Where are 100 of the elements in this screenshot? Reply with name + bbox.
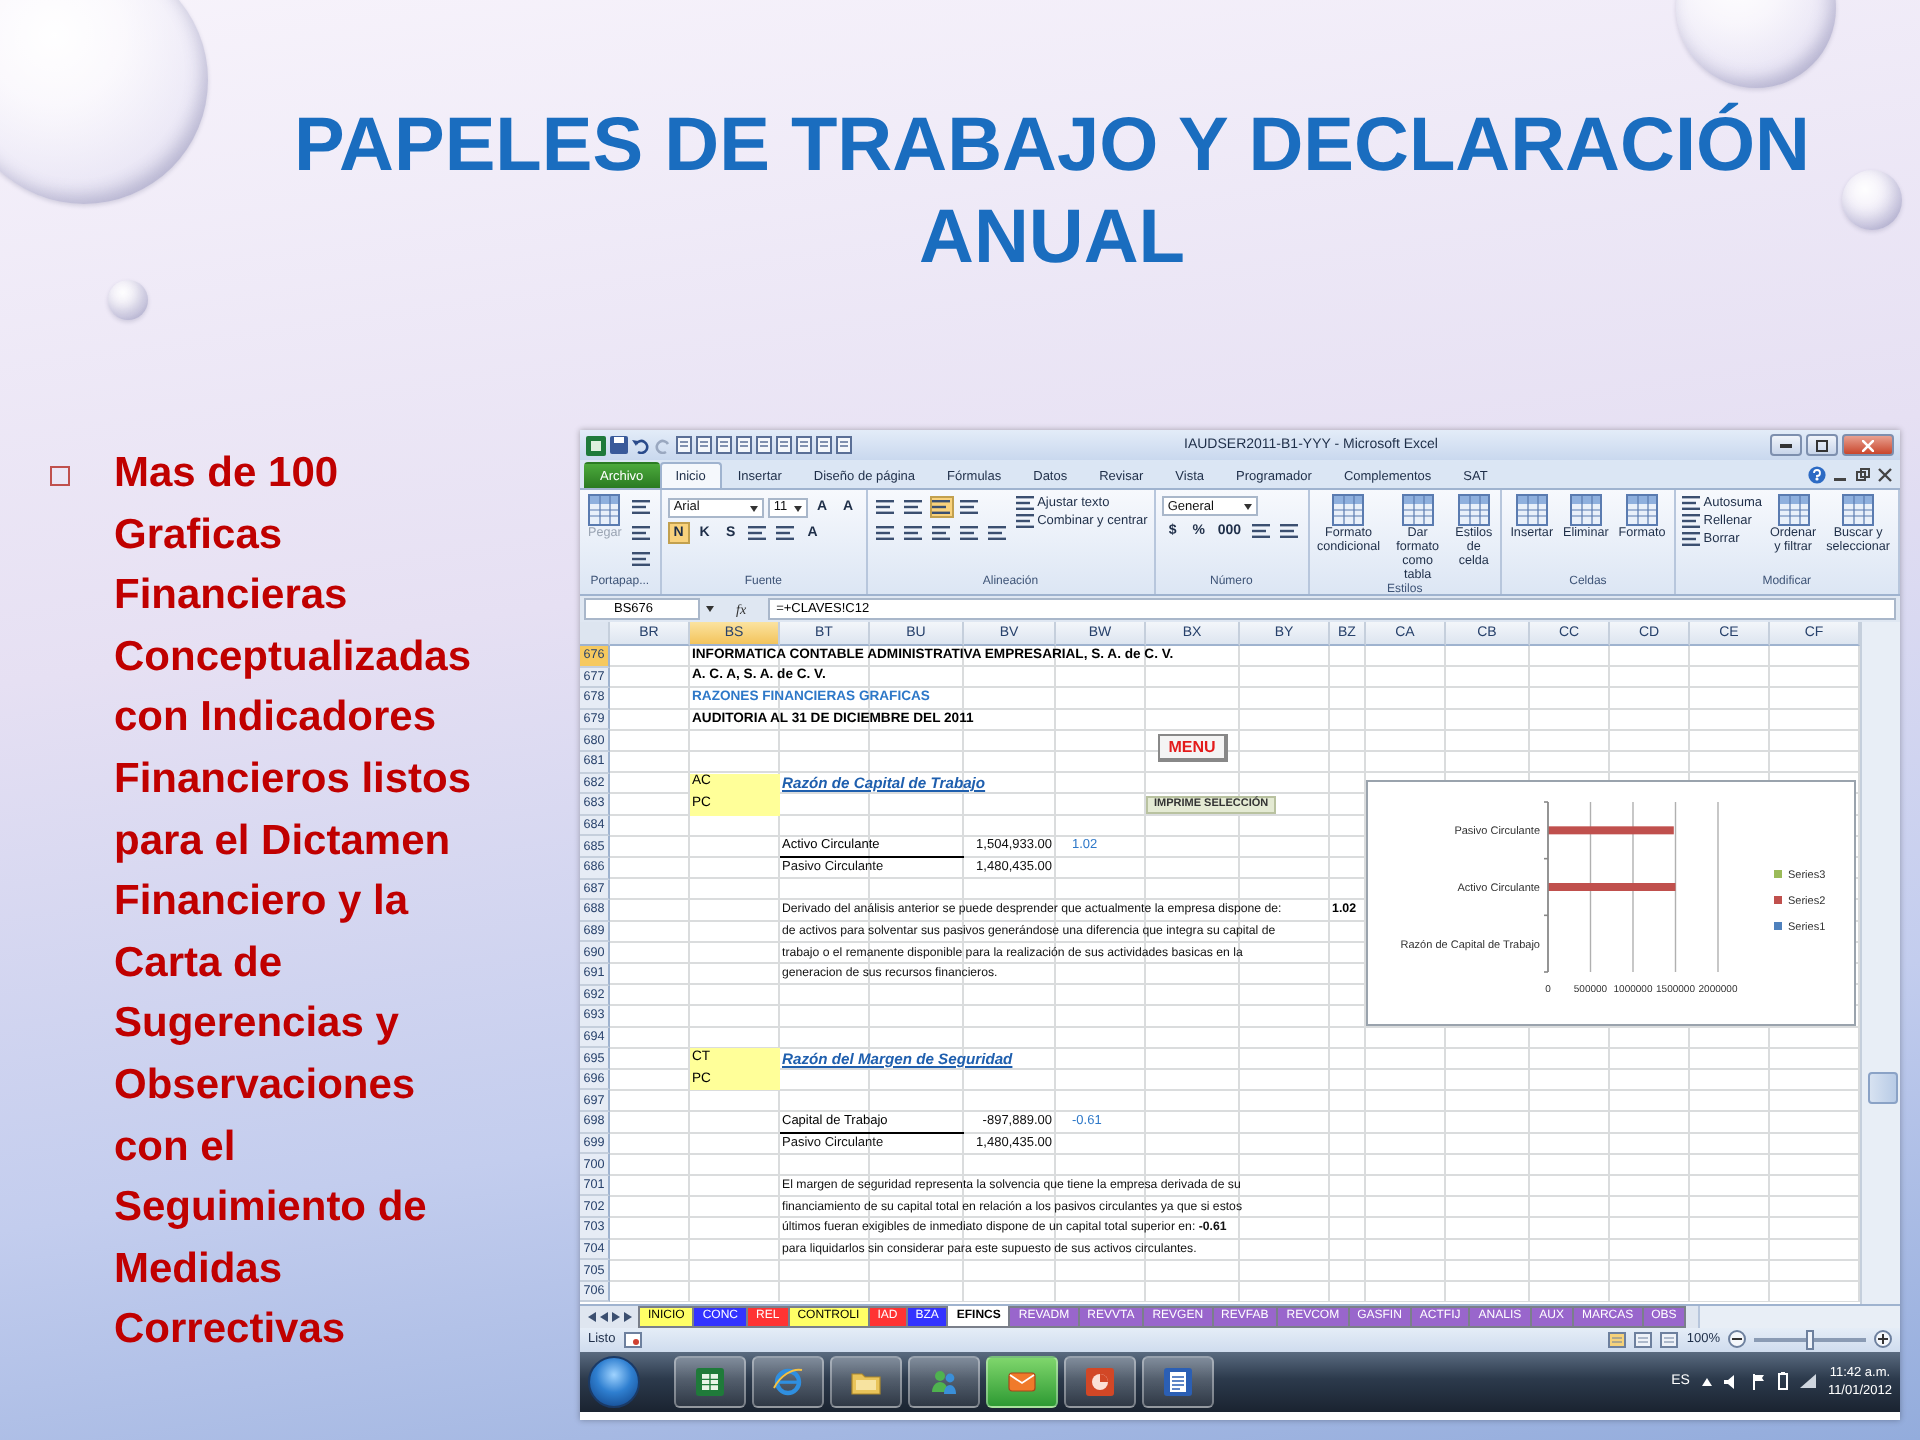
table-grid-icon	[1332, 494, 1365, 526]
lines-icon	[988, 526, 1007, 540]
taskbar-button[interactable]	[1064, 1355, 1136, 1408]
zoom-in-button[interactable]	[1874, 1330, 1892, 1349]
water-drop-drawing	[108, 280, 148, 320]
quick-access-icon[interactable]	[716, 436, 732, 454]
globe-icon	[772, 1365, 804, 1398]
lines-icon	[960, 526, 979, 540]
macro-icon[interactable]	[623, 1331, 642, 1348]
tool-button[interactable]	[873, 496, 898, 518]
caret-icon	[706, 606, 714, 612]
redo-icon	[654, 436, 672, 454]
close-button[interactable]	[1842, 434, 1894, 456]
bar	[1548, 883, 1676, 891]
table-grid-icon	[1842, 494, 1875, 526]
taskbar-button[interactable]	[752, 1355, 824, 1408]
table-grid-icon	[1457, 494, 1490, 526]
tool-button[interactable]	[629, 496, 654, 518]
lines-icon	[932, 500, 951, 514]
zoom-out-button[interactable]	[1728, 1330, 1746, 1349]
tool-button[interactable]	[873, 522, 898, 544]
lines-icon	[904, 526, 923, 540]
minus-icon	[1732, 1338, 1742, 1341]
flag-icon[interactable]	[1751, 1373, 1766, 1390]
restore-icon[interactable]	[1856, 467, 1870, 481]
taskbar-button[interactable]	[674, 1355, 746, 1408]
quick-access-icon[interactable]	[736, 436, 752, 454]
lines-icon	[632, 500, 651, 514]
undo-icon	[632, 436, 650, 454]
save-icon	[610, 436, 628, 454]
horizontal-scrollbar[interactable]	[1698, 1305, 1900, 1328]
vertical-scrollbar[interactable]	[1860, 622, 1900, 1304]
lines-icon	[1681, 532, 1700, 546]
tool-button[interactable]	[629, 522, 654, 544]
start-button[interactable]	[588, 1355, 640, 1408]
table-grid-icon	[1777, 494, 1810, 526]
lines-icon	[1015, 496, 1034, 510]
lines-icon	[748, 526, 767, 540]
scrollbar-thumb[interactable]	[1868, 1072, 1898, 1104]
view-icon[interactable]	[1634, 1331, 1653, 1348]
close-icon[interactable]	[1878, 467, 1892, 481]
tool-button[interactable]	[901, 522, 926, 544]
tool-button[interactable]	[957, 522, 982, 544]
tool-button[interactable]	[629, 548, 654, 570]
tool-button[interactable]	[773, 522, 798, 544]
lines-icon	[632, 526, 651, 540]
bar	[1548, 826, 1674, 835]
plus-icon	[1878, 1334, 1888, 1345]
caret-icon	[1243, 504, 1252, 510]
speaker-icon[interactable]	[1723, 1373, 1740, 1390]
caret-icon	[793, 505, 802, 511]
tool-button[interactable]	[957, 496, 982, 518]
water-drop-drawing	[1842, 170, 1902, 230]
app-icon	[586, 435, 606, 455]
view-icon[interactable]	[1608, 1331, 1627, 1348]
caret-icon[interactable]	[1701, 1377, 1712, 1386]
slider-thumb[interactable]	[1806, 1329, 1814, 1350]
table-grid-icon	[1569, 494, 1602, 526]
tool-button[interactable]	[901, 496, 926, 518]
tool-button[interactable]	[1249, 520, 1274, 542]
quick-access-icon[interactable]	[696, 436, 712, 454]
lines-icon	[1280, 524, 1299, 538]
minimize-icon	[1780, 443, 1792, 447]
signal-icon[interactable]	[1799, 1374, 1816, 1389]
taskbar-button[interactable]	[830, 1355, 902, 1408]
lines-icon	[1015, 514, 1034, 528]
battery-icon[interactable]	[1777, 1372, 1788, 1391]
lines-icon	[776, 526, 795, 540]
caret-icon	[749, 505, 758, 511]
menu-button[interactable]: MENU	[1158, 734, 1228, 763]
table-grid-icon	[1401, 494, 1434, 526]
lines-icon	[876, 500, 895, 514]
quick-access-icon[interactable]	[676, 436, 692, 454]
lines-icon	[932, 526, 951, 540]
quick-access-icon[interactable]	[796, 436, 812, 454]
lines-icon	[1681, 496, 1700, 510]
maximize-icon	[1816, 439, 1828, 451]
quick-access-icon[interactable]	[836, 436, 852, 454]
spreadsheet-icon	[694, 1365, 726, 1398]
document-icon	[1162, 1365, 1194, 1398]
presentation-icon	[1084, 1365, 1116, 1398]
table-grid-icon	[588, 494, 621, 526]
bullet-text: Mas de 100 Graficas Financieras Conceptualizadas con Indicadores Financieros listos para el Dictamen Financiero y la Carta de Sugerencias y Observaciones con el Seguimiento de Medidas Correctivas	[114, 448, 474, 1357]
maximize-button[interactable]	[1806, 434, 1838, 456]
tool-button[interactable]	[1277, 520, 1302, 542]
lines-icon	[1681, 514, 1700, 528]
quick-access-icon[interactable]	[776, 436, 792, 454]
tool-button[interactable]	[985, 522, 1010, 544]
people-icon	[928, 1365, 960, 1398]
taskbar-button[interactable]	[1142, 1355, 1214, 1408]
minimize-button[interactable]	[1770, 434, 1802, 456]
close-icon	[1862, 439, 1874, 451]
tool-button[interactable]	[929, 522, 954, 544]
lines-icon	[632, 552, 651, 566]
quick-access-icon[interactable]	[816, 436, 832, 454]
quick-access-icon[interactable]	[756, 436, 772, 454]
tool-button[interactable]	[929, 496, 954, 518]
help-icon[interactable]	[1808, 465, 1826, 483]
tool-button[interactable]	[745, 522, 770, 544]
view-icon[interactable]	[1660, 1331, 1679, 1348]
